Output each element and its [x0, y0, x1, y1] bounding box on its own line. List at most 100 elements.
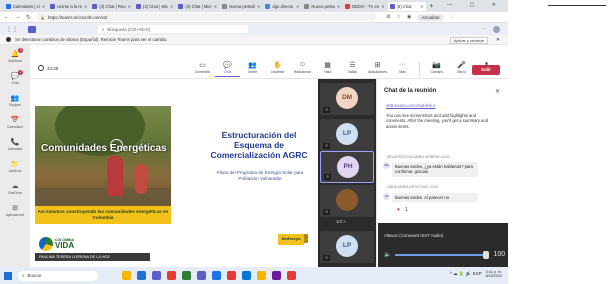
browser-tab[interactable]: Nueva pestañ ✕: [220, 2, 262, 11]
taskbar-app-icon[interactable]: [272, 271, 281, 280]
teams-logo: [28, 25, 36, 33]
tray-icons[interactable]: ^ ☁ 🔋 🔊 ESP: [450, 271, 482, 277]
user-avatar[interactable]: [493, 26, 500, 33]
tab-close-icon[interactable]: ✕: [170, 4, 173, 9]
recap-link-text[interactable]: obtt.source=cm-chat-link-1: [386, 103, 435, 108]
update-button[interactable]: Actualizar: [417, 13, 444, 21]
message-reactions[interactable]: ♥ 1: [397, 207, 408, 213]
participant-tile[interactable]: PH S: [320, 151, 374, 183]
tool-levantar[interactable]: ✋ Levantar: [265, 61, 290, 77]
browser-tab[interactable]: Calendario | cl ✕: [4, 2, 47, 11]
chat-close-icon[interactable]: ✕: [495, 88, 500, 95]
tab-close-icon[interactable]: ✕: [381, 4, 384, 9]
taskbar-app-icon[interactable]: [242, 271, 251, 280]
rail-item-chat[interactable]: 💬 2 Chat: [0, 67, 30, 89]
tool-notas[interactable]: ☰ Notas: [340, 61, 365, 77]
rail-item-equipos[interactable]: 👥 Equipos: [0, 89, 30, 111]
forward-icon[interactable]: →: [15, 14, 21, 20]
leave-button[interactable]: Salir: [472, 65, 500, 75]
device-micro[interactable]: 🎤 Micro: [449, 61, 474, 77]
taskbar-app-icon[interactable]: [257, 271, 266, 280]
profile-icon[interactable]: ◉: [407, 14, 411, 20]
taskbar-app-icon[interactable]: [227, 271, 236, 280]
tool-gente[interactable]: 👥 Gente: [240, 61, 265, 77]
tab-close-icon[interactable]: ✕: [42, 4, 45, 9]
volume-slider-knob[interactable]: [483, 250, 490, 259]
more-icon: ···: [399, 61, 406, 68]
rail-item-label: Aplicaciones: [5, 212, 25, 217]
tab-close-icon[interactable]: ✕: [420, 4, 423, 9]
tab-close-icon[interactable]: ✕: [337, 4, 340, 9]
clock[interactable]: 3:41 p. m. 8/15/2023: [486, 270, 502, 279]
tool-reaccionar[interactable]: ☺ Reaccionar: [290, 61, 315, 77]
speaker-icon[interactable]: 🔈: [384, 251, 391, 258]
back-icon[interactable]: ←: [4, 14, 10, 20]
more-options-icon[interactable]: ···: [481, 26, 486, 33]
rail-item-calendario[interactable]: 📅 Calendario: [0, 111, 30, 133]
taskbar-app-icon[interactable]: [122, 271, 131, 280]
app-launcher-icon[interactable]: ⋮⋮: [6, 26, 18, 33]
tool-aplicaciones[interactable]: ⊞ Aplicaciones: [365, 61, 390, 77]
mic-muted-icon: S: [323, 255, 330, 261]
search-placeholder: Búsqueda (Ctrl+Alt+E): [107, 26, 151, 32]
audio-device-name[interactable]: Altavoz (Conexant ISST Audio): [384, 233, 443, 238]
search-input[interactable]: ⌕ Búsqueda (Ctrl+Alt+E): [98, 25, 248, 33]
browser-tab[interactable]: (3) Chat | Micr ✕: [176, 2, 219, 11]
browser-tab[interactable]: (3) Chat | Mic ✕: [134, 2, 175, 11]
star-icon[interactable]: ☆: [397, 14, 401, 20]
browser-tab[interactable]: Unirse a la re ✕: [48, 2, 89, 11]
device-cámara[interactable]: 📷 Cámara: [424, 61, 449, 77]
apply-restart-button[interactable]: Aplicar y reiniciar: [449, 37, 488, 44]
content-icon: ▭: [199, 62, 206, 69]
reload-icon[interactable]: ↻: [26, 14, 31, 21]
recap-link[interactable]: obtt.source=cm-chat-link-1: [383, 101, 493, 110]
tab-close-icon[interactable]: ✕: [296, 4, 299, 9]
taskbar-apps: [122, 271, 296, 280]
rail-item-archivos[interactable]: 📁 Archivos: [0, 155, 30, 177]
tool-más[interactable]: ··· Más: [390, 61, 415, 77]
window-controls[interactable]: — ▢ ✕: [447, 2, 504, 8]
banner-close-icon[interactable]: ✕: [496, 37, 500, 43]
volume-slider[interactable]: [395, 250, 490, 259]
tab-close-icon[interactable]: ✕: [84, 4, 87, 9]
tab-favicon-icon: [178, 3, 184, 9]
tab-close-icon[interactable]: ✕: [128, 4, 131, 9]
participant-tile[interactable]: DM S: [320, 83, 374, 115]
extension-icon[interactable]: ⚙: [386, 14, 390, 20]
browser-tab[interactable]: DEDO - TV en ✕: [343, 2, 386, 11]
participant-tile[interactable]: LP S: [320, 119, 374, 151]
tab-close-icon[interactable]: ✕: [214, 4, 217, 9]
browser-tab[interactable]: (4) Chat | Reu ✕: [90, 2, 133, 11]
taskbar-app-icon[interactable]: [212, 271, 221, 280]
participants-pager[interactable]: 1/4 >: [336, 219, 346, 224]
tool-vista[interactable]: ▦ Vista: [315, 61, 340, 77]
taskbar-app-icon[interactable]: [287, 271, 296, 280]
participant-tile[interactable]: S: [320, 185, 374, 217]
taskbar-app-icon[interactable]: [137, 271, 146, 280]
rail-item-aplicaciones[interactable]: ⊞ Aplicaciones: [0, 199, 30, 221]
taskbar-search-label: Buscar: [27, 273, 42, 278]
windows-start-icon[interactable]: [4, 271, 12, 280]
tool-label: Aplicaciones: [367, 70, 388, 74]
tab-close-icon[interactable]: ✕: [257, 4, 260, 9]
taskbar-search[interactable]: ⌕ Buscar: [18, 270, 98, 281]
content-button[interactable]: ▭ Contenido: [190, 61, 215, 77]
taskbar-app-icon[interactable]: [152, 271, 161, 280]
rail-item-llamadas[interactable]: 📞 Llamadas: [0, 133, 30, 155]
heart-icon[interactable]: ♥: [397, 207, 400, 213]
browser-tab[interactable]: dgo directo ✕: [263, 2, 301, 11]
participant-tile[interactable]: LP S: [320, 231, 374, 263]
apps-icon: ⊞: [12, 204, 18, 212]
tool-chat[interactable]: 💬 Chat: [215, 61, 240, 77]
browser-tab[interactable]: (8) Chat ✕: [387, 1, 426, 11]
rail-item-actividad[interactable]: 🔔 1 Actividad: [0, 45, 30, 67]
left-rail: 🔔 1 Actividad 💬 2 Chat 👥 Equipos 📅 Calendario 📞 Lla…: [0, 45, 30, 267]
rail-item-onedrive[interactable]: ☁ OneDrive: [0, 177, 30, 199]
browser-tab[interactable]: Nueva pesta ✕: [302, 2, 342, 11]
taskbar-app-icon[interactable]: [167, 271, 176, 280]
new-tab-button[interactable]: +: [430, 3, 434, 10]
url-field[interactable]: 🔒 https://teams.microsoft.com/v2/: [36, 13, 377, 21]
taskbar-app-icon[interactable]: [182, 271, 191, 280]
taskbar-app-icon[interactable]: [197, 271, 206, 280]
menu-icon[interactable]: ⋮: [450, 14, 455, 20]
